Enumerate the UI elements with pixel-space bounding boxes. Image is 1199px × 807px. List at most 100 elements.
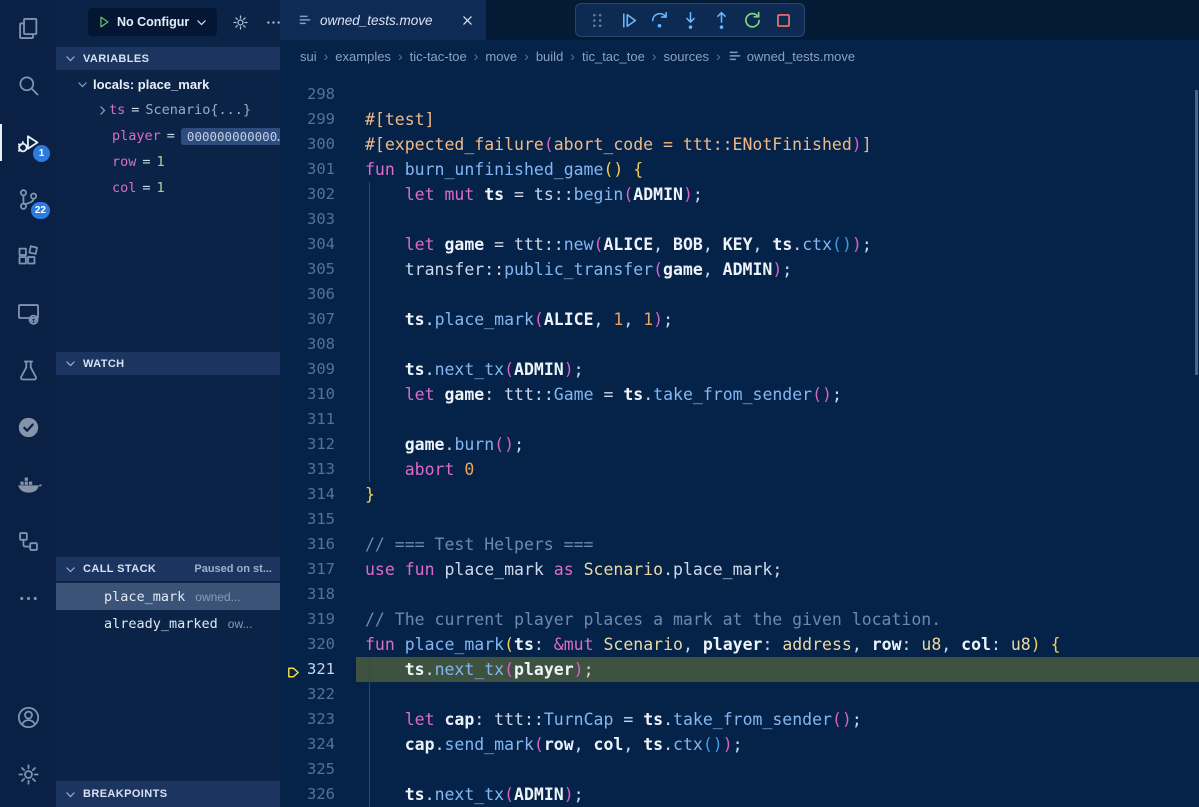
- tab-owned-tests-move[interactable]: owned_tests.move: [280, 0, 486, 40]
- breadcrumb-item-sui[interactable]: sui: [300, 49, 317, 64]
- line-number[interactable]: 317: [280, 557, 335, 582]
- code-line-314[interactable]: 314}: [280, 482, 1199, 507]
- code-line-300[interactable]: 300#[expected_failure(abort_code = ttt::…: [280, 132, 1199, 157]
- code-line-321[interactable]: 321 ts.next_tx(player);: [280, 657, 1199, 682]
- code-line-313[interactable]: 313 abort 0: [280, 457, 1199, 482]
- code-line-307[interactable]: 307 ts.place_mark(ALICE, 1, 1);: [280, 307, 1199, 332]
- restart-button[interactable]: [740, 8, 764, 32]
- activity-item-run-debug[interactable]: 1: [0, 114, 56, 171]
- line-number[interactable]: 307: [280, 307, 335, 332]
- code-line-319[interactable]: 319// The current player places a mark a…: [280, 607, 1199, 632]
- code-line-299[interactable]: 299#[test]: [280, 107, 1199, 132]
- call-stack-section-header[interactable]: CALL STACK Paused on st...: [56, 557, 280, 581]
- call-stack-frame-place_mark[interactable]: place_markowned...: [56, 583, 280, 610]
- code-line-301[interactable]: 301fun burn_unfinished_game() {: [280, 157, 1199, 182]
- line-number[interactable]: 312: [280, 432, 335, 457]
- code-line-308[interactable]: 308: [280, 332, 1199, 357]
- activity-item-docker[interactable]: [0, 456, 56, 513]
- line-number[interactable]: 326: [280, 782, 335, 807]
- line-number[interactable]: 324: [280, 732, 335, 757]
- activity-item-files[interactable]: [0, 0, 56, 57]
- activity-item-more[interactable]: [0, 570, 56, 627]
- line-number[interactable]: 305: [280, 257, 335, 282]
- line-number[interactable]: 309: [280, 357, 335, 382]
- step-into-button[interactable]: [678, 8, 702, 32]
- variable-row-col[interactable]: col=1: [56, 175, 280, 201]
- code-line-315[interactable]: 315: [280, 507, 1199, 532]
- variables-section-header[interactable]: VARIABLES: [56, 47, 280, 70]
- watch-section-header[interactable]: WATCH: [56, 352, 280, 375]
- activity-item-account[interactable]: [0, 689, 56, 746]
- line-number[interactable]: 318: [280, 582, 335, 607]
- line-number[interactable]: 301: [280, 157, 335, 182]
- code-line-320[interactable]: 320fun place_mark(ts: &mut Scenario, pla…: [280, 632, 1199, 657]
- drag-handle-button[interactable]: [585, 8, 609, 32]
- breadcrumb-item-build[interactable]: build: [536, 49, 563, 64]
- breadcrumb-item-move[interactable]: move: [485, 49, 517, 64]
- line-number[interactable]: 320: [280, 632, 335, 657]
- line-number[interactable]: 304: [280, 232, 335, 257]
- variable-row-row[interactable]: row=1: [56, 149, 280, 175]
- breadcrumb-item-tic_tac_toe[interactable]: tic_tac_toe: [582, 49, 645, 64]
- activity-item-remote-explorer[interactable]: [0, 285, 56, 342]
- code-line-317[interactable]: 317use fun place_mark as Scenario.place_…: [280, 557, 1199, 582]
- line-number[interactable]: 300: [280, 132, 335, 157]
- debug-settings-button[interactable]: [231, 13, 250, 32]
- line-number[interactable]: 319: [280, 607, 335, 632]
- line-number[interactable]: 314: [280, 482, 335, 507]
- activity-item-source-control[interactable]: 22: [0, 171, 56, 228]
- code-line-310[interactable]: 310 let game: ttt::Game = ts.take_from_s…: [280, 382, 1199, 407]
- code-line-325[interactable]: 325: [280, 757, 1199, 782]
- breadcrumb-item-tic-tac-toe[interactable]: tic-tac-toe: [410, 49, 467, 64]
- line-number[interactable]: 323: [280, 707, 335, 732]
- step-over-button[interactable]: [647, 8, 671, 32]
- code-line-312[interactable]: 312 game.burn();: [280, 432, 1199, 457]
- activity-item-settings[interactable]: [0, 746, 56, 803]
- code-line-302[interactable]: 302 let mut ts = ts::begin(ADMIN);: [280, 182, 1199, 207]
- line-number[interactable]: 313: [280, 457, 335, 482]
- code-line-298[interactable]: 298: [280, 82, 1199, 107]
- line-number[interactable]: 308: [280, 332, 335, 357]
- continue-button[interactable]: [616, 8, 640, 32]
- line-number[interactable]: 306: [280, 282, 335, 307]
- code-line-324[interactable]: 324 cap.send_mark(row, col, ts.ctx());: [280, 732, 1199, 757]
- breadcrumb-item-sources[interactable]: sources: [664, 49, 710, 64]
- variable-row-player[interactable]: player=000000000000…: [56, 123, 280, 149]
- code-line-305[interactable]: 305 transfer::public_transfer(game, ADMI…: [280, 257, 1199, 282]
- breadcrumb-item-examples[interactable]: examples: [335, 49, 391, 64]
- line-number[interactable]: 316: [280, 532, 335, 557]
- line-number[interactable]: 303: [280, 207, 335, 232]
- line-number[interactable]: 325: [280, 757, 335, 782]
- activity-item-check-circle[interactable]: [0, 399, 56, 456]
- activity-item-extensions[interactable]: [0, 228, 56, 285]
- code-line-322[interactable]: 322: [280, 682, 1199, 707]
- line-number[interactable]: 299: [280, 107, 335, 132]
- activity-item-search[interactable]: [0, 57, 56, 114]
- breadcrumb-item-owned_tests.move[interactable]: owned_tests.move: [728, 49, 855, 64]
- step-out-button[interactable]: [709, 8, 733, 32]
- line-number[interactable]: 315: [280, 507, 335, 532]
- line-number[interactable]: 302: [280, 182, 335, 207]
- variable-row-ts[interactable]: ts=Scenario{...}: [56, 97, 280, 123]
- line-number[interactable]: 311: [280, 407, 335, 432]
- line-number[interactable]: 322: [280, 682, 335, 707]
- code-line-306[interactable]: 306: [280, 282, 1199, 307]
- code-line-316[interactable]: 316// === Test Helpers ===: [280, 532, 1199, 557]
- code-line-309[interactable]: 309 ts.next_tx(ADMIN);: [280, 357, 1199, 382]
- start-debug-icon[interactable]: [97, 15, 111, 29]
- debug-config-dropdown[interactable]: No Configur: [88, 8, 217, 36]
- close-icon[interactable]: [461, 14, 474, 27]
- activity-item-testing[interactable]: [0, 342, 56, 399]
- code-line-318[interactable]: 318: [280, 582, 1199, 607]
- line-number[interactable]: 298: [280, 82, 335, 107]
- editor-scrollbar[interactable]: [1195, 90, 1198, 375]
- code-line-326[interactable]: 326 ts.next_tx(ADMIN);: [280, 782, 1199, 807]
- stop-button[interactable]: [771, 8, 795, 32]
- code-line-304[interactable]: 304 let game = ttt::new(ALICE, BOB, KEY,…: [280, 232, 1199, 257]
- code-line-323[interactable]: 323 let cap: ttt::TurnCap = ts.take_from…: [280, 707, 1199, 732]
- call-stack-frame-already_marked[interactable]: already_markedow...: [56, 610, 280, 637]
- variables-scope-row[interactable]: locals: place_mark: [56, 71, 280, 97]
- code-line-303[interactable]: 303: [280, 207, 1199, 232]
- code-line-311[interactable]: 311: [280, 407, 1199, 432]
- line-number[interactable]: 310: [280, 382, 335, 407]
